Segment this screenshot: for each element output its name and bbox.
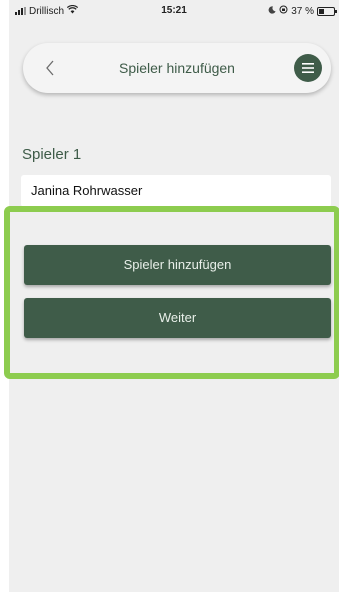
battery-icon <box>317 6 337 16</box>
app-screen: Drillisch 15:21 37 % Spieler hinzufügen … <box>4 0 339 592</box>
rotation-lock-icon <box>279 5 288 17</box>
player-1-label: Spieler 1 <box>22 146 82 163</box>
menu-button[interactable] <box>294 54 322 82</box>
player-1-name-field[interactable]: Janina Rohrwasser <box>21 175 331 207</box>
hamburger-menu-icon <box>302 63 314 73</box>
add-player-button[interactable]: Spieler hinzufügen <box>24 245 331 285</box>
battery-percent: 37 % <box>291 5 314 17</box>
status-right: 37 % <box>268 5 337 17</box>
page-title: Spieler hinzufügen <box>119 60 235 76</box>
navigation-bar: Spieler hinzufügen <box>23 43 331 93</box>
status-bar: Drillisch 15:21 37 % <box>9 0 339 20</box>
moon-icon <box>268 5 276 17</box>
next-button[interactable]: Weiter <box>24 298 331 338</box>
battery-level <box>319 8 324 14</box>
highlight-frame <box>4 206 339 379</box>
